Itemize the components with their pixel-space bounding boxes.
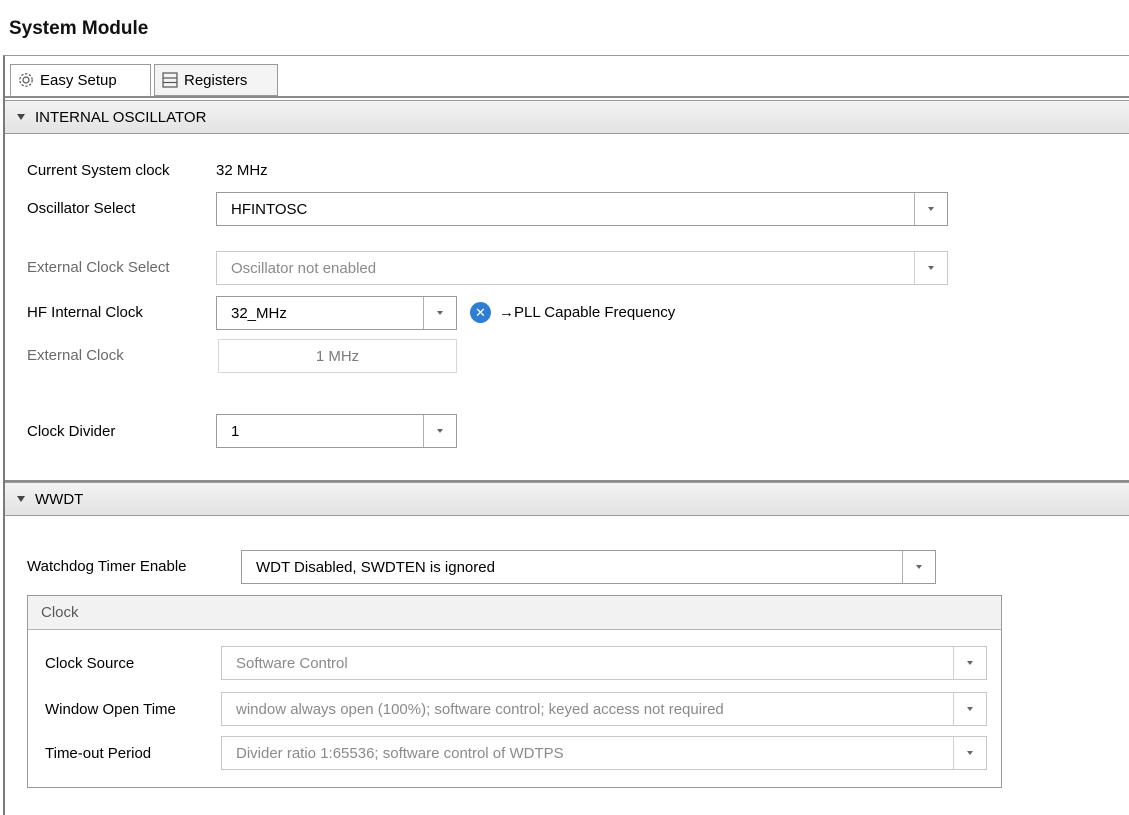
dropdown-arrow-icon[interactable] [423, 415, 456, 447]
watchdog-enable-label: Watchdog Timer Enable [27, 558, 187, 575]
collapse-triangle-icon [17, 496, 25, 502]
dropdown-arrow-icon[interactable] [953, 693, 986, 725]
combo-value: window always open (100%); software cont… [236, 700, 724, 718]
section-title: INTERNAL OSCILLATOR [35, 108, 207, 126]
hf-internal-clock-combo[interactable]: 32_MHz [216, 296, 457, 330]
collapse-triangle-icon [17, 114, 25, 120]
clock-source-combo[interactable]: Software Control [221, 646, 987, 680]
page-title: System Module [9, 18, 149, 39]
dropdown-arrow-icon[interactable] [423, 297, 456, 329]
tab-divider [5, 96, 1129, 98]
pll-hint-text: →PLL Capable Frequency [499, 304, 676, 321]
combo-value: Oscillator not enabled [231, 259, 377, 277]
watchdog-enable-combo[interactable]: WDT Disabled, SWDTEN is ignored [241, 550, 936, 584]
dropdown-arrow-icon[interactable] [914, 193, 947, 225]
hf-internal-clock-label: HF Internal Clock [27, 304, 143, 321]
clock-divider-label: Clock Divider [27, 423, 116, 440]
external-clock-select-label: External Clock Select [27, 259, 170, 276]
window-open-time-label: Window Open Time [45, 701, 176, 718]
oscillator-select-label: Oscillator Select [27, 200, 136, 217]
dropdown-arrow-icon[interactable] [953, 647, 986, 679]
current-clock-label: Current System clock [27, 162, 170, 179]
tab-label: Registers [184, 71, 248, 89]
pll-hint: ✕ →PLL Capable Frequency [470, 302, 675, 323]
timeout-period-combo[interactable]: Divider ratio 1:65536; software control … [221, 736, 987, 770]
clock-source-label: Clock Source [45, 655, 135, 672]
external-clock-select-combo[interactable]: Oscillator not enabled [216, 251, 948, 285]
combo-value: Divider ratio 1:65536; software control … [236, 744, 564, 762]
clock-panel-header: Clock [28, 596, 1001, 630]
section-title: WWDT [35, 490, 84, 508]
combo-value: WDT Disabled, SWDTEN is ignored [256, 558, 495, 576]
combo-value: 32_MHz [231, 304, 287, 322]
section-header-wwdt[interactable]: WWDT [5, 482, 1129, 516]
tab-label: Easy Setup [40, 71, 117, 89]
combo-value: 1 [231, 422, 240, 440]
close-circle-icon[interactable]: ✕ [470, 302, 491, 323]
window-open-time-combo[interactable]: window always open (100%); software cont… [221, 692, 987, 726]
dropdown-arrow-icon[interactable] [953, 737, 986, 769]
current-clock-value: 32 MHz [216, 162, 268, 179]
timeout-period-label: Time-out Period [45, 745, 152, 762]
dropdown-arrow-icon[interactable] [902, 551, 935, 583]
combo-value: HFINTOSC [231, 200, 308, 218]
tab-easy-setup[interactable]: Easy Setup [10, 64, 151, 96]
external-clock-field[interactable]: 1 MHz [218, 339, 457, 373]
external-clock-label: External Clock [27, 347, 124, 364]
oscillator-select-combo[interactable]: HFINTOSC [216, 192, 948, 226]
combo-value: Software Control [236, 654, 348, 672]
list-icon [162, 72, 178, 88]
section-header-internal-oscillator[interactable]: INTERNAL OSCILLATOR [5, 100, 1129, 134]
gear-icon [19, 73, 33, 87]
dropdown-arrow-icon[interactable] [914, 252, 947, 284]
tab-registers[interactable]: Registers [154, 64, 278, 96]
clock-divider-combo[interactable]: 1 [216, 414, 457, 448]
